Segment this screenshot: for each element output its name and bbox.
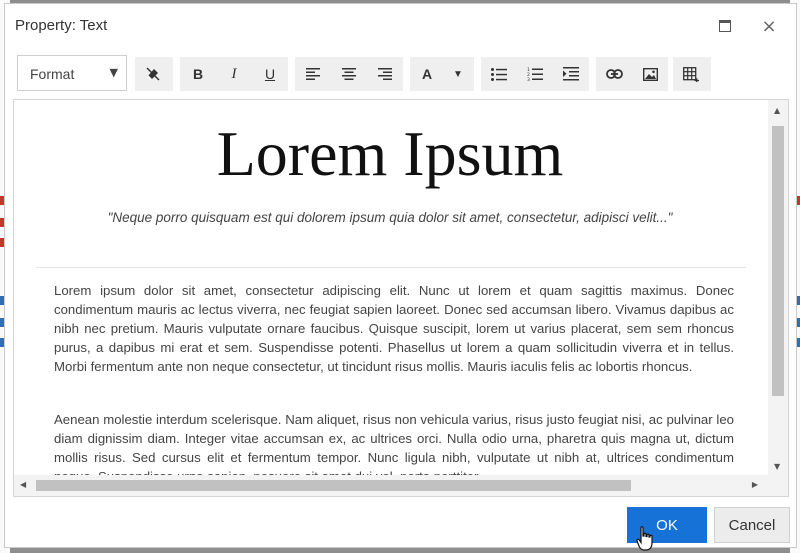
close-button[interactable]: ×	[758, 15, 780, 37]
content-paragraph: Aenean molestie interdum scelerisque. Na…	[54, 412, 734, 475]
indent-button[interactable]	[553, 57, 589, 91]
content-quote: "Neque porro quisquam est qui dolorem ip…	[107, 210, 673, 225]
dialog-titlebar: Property: Text ×	[5, 4, 796, 48]
toolbar-group-insert	[596, 57, 668, 91]
hand-cursor-icon	[636, 526, 653, 551]
toolbar-group-list: 1 2 3	[481, 57, 589, 91]
content-heading: Lorem Ipsum	[216, 118, 564, 189]
horizontal-scrollbar[interactable]: ◀ ▶	[14, 475, 788, 496]
maximize-icon	[719, 20, 731, 32]
align-right-button[interactable]	[367, 57, 403, 91]
bullet-list-icon	[491, 67, 507, 81]
horizontal-scroll-thumb[interactable]	[36, 480, 631, 491]
table-icon	[683, 66, 699, 82]
vertical-scroll-thumb[interactable]	[772, 126, 784, 396]
toolbar-group-style: B I U	[180, 57, 288, 91]
numbered-list-button[interactable]: 1 2 3	[517, 57, 553, 91]
chevron-down-icon: ▼	[453, 68, 463, 80]
indent-icon	[563, 67, 579, 81]
svg-text:3: 3	[527, 77, 530, 81]
scroll-right-icon[interactable]: ▶	[752, 480, 758, 489]
image-icon	[642, 67, 658, 81]
vertical-scrollbar[interactable]: ▲ ▼	[768, 100, 788, 475]
dialog-title: Property: Text	[15, 17, 108, 34]
font-color-icon: A	[421, 66, 433, 82]
bullet-list-button[interactable]	[481, 57, 517, 91]
align-center-icon	[342, 68, 356, 80]
align-left-button[interactable]	[295, 57, 331, 91]
format-dropdown[interactable]: Format ▼	[17, 55, 127, 91]
editor-content[interactable]: Lorem Ipsum "Neque porro quisquam est qu…	[14, 100, 766, 475]
maximize-button[interactable]	[714, 15, 736, 37]
numbered-list-icon: 1 2 3	[527, 67, 543, 81]
clear-format-button[interactable]	[135, 57, 171, 91]
cancel-button[interactable]: Cancel	[714, 507, 790, 543]
toolbar-group-table	[673, 57, 711, 91]
link-button[interactable]	[596, 57, 632, 91]
close-icon: ×	[761, 15, 777, 37]
link-icon	[605, 69, 623, 79]
chevron-down-icon: ▼	[109, 66, 118, 79]
font-color-button[interactable]: A	[410, 57, 444, 91]
italic-button[interactable]: I	[216, 57, 252, 91]
table-button[interactable]	[673, 57, 709, 91]
format-dropdown-label: Format	[30, 66, 75, 82]
toolbar-group-align	[295, 57, 403, 91]
align-center-button[interactable]	[331, 57, 367, 91]
property-text-dialog: Property: Text × Format ▼ B I U A ▼ 1 2 …	[4, 3, 797, 548]
font-color-dropdown[interactable]: ▼	[444, 57, 472, 91]
scroll-up-icon[interactable]: ▲	[774, 106, 780, 115]
rich-text-editor[interactable]: Lorem Ipsum "Neque porro quisquam est qu…	[13, 99, 789, 497]
align-left-icon	[306, 68, 320, 80]
scroll-down-icon[interactable]: ▼	[774, 462, 780, 471]
content-paragraph: Lorem ipsum dolor sit amet, consectetur …	[54, 283, 734, 374]
toolbar-group-color: A ▼	[410, 57, 474, 91]
image-button[interactable]	[632, 57, 668, 91]
toolbar-group-clear	[135, 57, 173, 91]
scroll-left-icon[interactable]: ◀	[20, 480, 26, 489]
content-divider	[36, 267, 746, 268]
eraser-icon	[146, 67, 160, 81]
align-right-icon	[378, 68, 392, 80]
bold-button[interactable]: B	[180, 57, 216, 91]
underline-button[interactable]: U	[252, 57, 288, 91]
